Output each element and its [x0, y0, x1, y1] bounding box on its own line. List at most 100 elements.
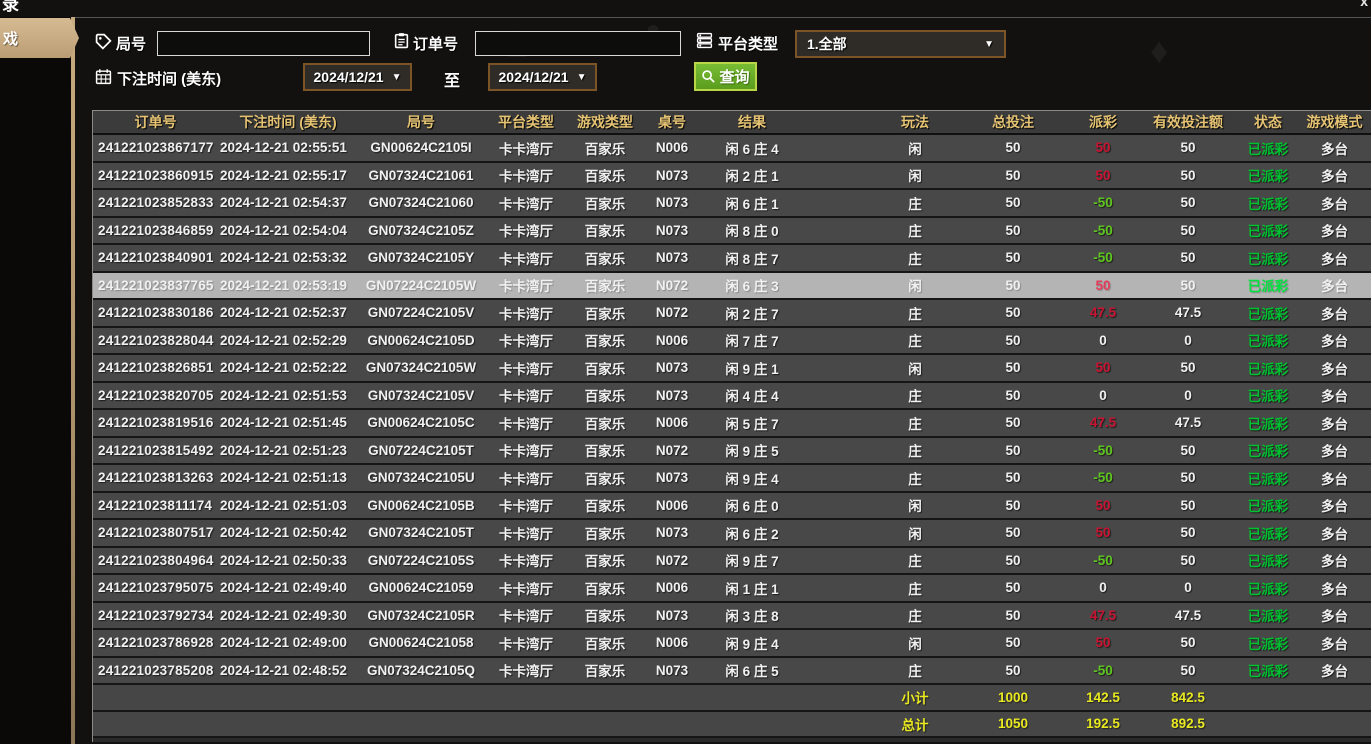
table-row[interactable]: 2412210238468592024-12-21 02:54:04GN0732… [93, 218, 1371, 246]
table-row[interactable]: 2412210238268512024-12-21 02:52:22GN0732… [93, 355, 1371, 383]
cell-game-type: 百家乐 [568, 550, 642, 570]
cell-valid-bet: 50 [1138, 168, 1238, 183]
cell-payout: 50 [1068, 360, 1138, 375]
table-row[interactable]: 2412210237869282024-12-21 02:49:00GN0062… [93, 630, 1371, 658]
col-header-table-no: 桌号 [642, 112, 702, 132]
cell-status: 已派彩 [1238, 633, 1298, 653]
cell-order-no: 241221023811174 [93, 498, 218, 513]
sidebar-item-label: 戏 [3, 28, 18, 49]
cell-order-no: 241221023804964 [93, 553, 218, 568]
cell-platform: 卡卡湾厅 [484, 165, 568, 185]
sidebar-item-live-game[interactable]: 戏 [0, 18, 79, 58]
cell-game-type: 百家乐 [568, 413, 642, 433]
cell-total-bet: 50 [958, 333, 1068, 348]
platform-type-select[interactable]: 1.全部 ▼ [795, 30, 1006, 58]
col-header-game-type: 游戏类型 [568, 112, 642, 132]
cell-mode: 多台 [1298, 193, 1371, 213]
cell-game-no: GN07324C21060 [358, 195, 484, 210]
table-row[interactable]: 2412210238111742024-12-21 02:51:03GN0062… [93, 493, 1371, 521]
cell-order-no: 241221023795075 [93, 580, 218, 595]
cell-result: 闲 9 庄 5 [702, 440, 802, 460]
cell-result: 闲 9 庄 4 [702, 633, 802, 653]
cell-platform: 卡卡湾厅 [484, 495, 568, 515]
cell-result: 闲 9 庄 4 [702, 468, 802, 488]
chevron-down-icon: ▼ [984, 39, 994, 50]
table-row[interactable]: 2412210238671772024-12-21 02:55:51GN0062… [93, 135, 1371, 163]
close-icon[interactable]: x [1360, 0, 1368, 9]
table-row[interactable]: 2412210238280442024-12-21 02:52:29GN0062… [93, 328, 1371, 356]
cell-status: 已派彩 [1238, 303, 1298, 323]
betting-records-page: { "window": { "title_fragment": "录", "cl… [0, 0, 1371, 744]
game-no-input[interactable] [157, 31, 370, 56]
table-row[interactable]: 2412210238154922024-12-21 02:51:23GN0722… [93, 438, 1371, 466]
col-header-valid-bet: 有效投注额 [1138, 112, 1238, 132]
cell-payout: 50 [1068, 278, 1138, 293]
cell-bet-time: 2024-12-21 02:51:13 [218, 470, 358, 485]
cell-total-bet: 50 [958, 360, 1068, 375]
cell-order-no: 241221023826851 [93, 360, 218, 375]
cell-platform: 卡卡湾厅 [484, 413, 568, 433]
table-row[interactable]: 2412210238195162024-12-21 02:51:45GN0062… [93, 410, 1371, 438]
cell-game-no: GN07324C2105R [358, 608, 484, 623]
order-no-label: 订单号 [413, 33, 458, 54]
order-no-input[interactable] [475, 31, 681, 56]
cell-platform: 卡卡湾厅 [484, 138, 568, 158]
table-row[interactable]: 2412210238049642024-12-21 02:50:33GN0722… [93, 548, 1371, 576]
platform-type-value: 1.全部 [807, 34, 847, 54]
cell-payout: 0 [1068, 580, 1138, 595]
table-header-row: 订单号 下注时间 (美东) 局号 平台类型 游戏类型 桌号 结果 玩法 总投注 … [93, 111, 1371, 135]
cell-game-no: GN07324C2105V [358, 388, 484, 403]
cell-game-no: GN07324C2105Y [358, 250, 484, 265]
cell-mode: 多台 [1298, 138, 1371, 158]
cell-platform: 卡卡湾厅 [484, 605, 568, 625]
table-row[interactable]: 2412210237950752024-12-21 02:49:40GN0062… [93, 575, 1371, 603]
cell-game-no: GN00624C2105C [358, 415, 484, 430]
cell-platform: 卡卡湾厅 [484, 220, 568, 240]
cell-result: 闲 6 庄 2 [702, 523, 802, 543]
cell-total-bet: 50 [958, 195, 1068, 210]
table-row[interactable]: 2412210238409012024-12-21 02:53:32GN0732… [93, 245, 1371, 273]
cell-result: 闲 5 庄 7 [702, 413, 802, 433]
cell-order-no: 241221023828044 [93, 333, 218, 348]
cell-platform: 卡卡湾厅 [484, 633, 568, 653]
cell-status: 已派彩 [1238, 550, 1298, 570]
cell-total-bet: 50 [958, 415, 1068, 430]
cell-valid-bet: 50 [1138, 360, 1238, 375]
cell-bet-time: 2024-12-21 02:51:53 [218, 388, 358, 403]
col-header-payout: 派彩 [1068, 112, 1138, 132]
table-row[interactable]: 2412210238528332024-12-21 02:54:37GN0732… [93, 190, 1371, 218]
cell-result: 闲 9 庄 7 [702, 550, 802, 570]
cell-payout: -50 [1068, 553, 1138, 568]
cell-valid-bet: 50 [1138, 195, 1238, 210]
date-to-select[interactable]: 2024/12/21 ▼ [488, 63, 597, 91]
cell-order-no: 241221023867177 [93, 140, 218, 155]
table-row[interactable]: 2412210238609152024-12-21 02:55:17GN0732… [93, 163, 1371, 191]
search-button[interactable]: 查询 [694, 62, 757, 91]
table-row[interactable]: 2412210238377652024-12-21 02:53:19GN0722… [93, 273, 1371, 301]
col-header-platform: 平台类型 [484, 112, 568, 132]
cell-payout: -50 [1068, 470, 1138, 485]
calendar-icon [95, 68, 112, 85]
date-from-select[interactable]: 2024/12/21 ▼ [303, 63, 412, 91]
cell-valid-bet: 47.5 [1138, 305, 1238, 320]
table-row[interactable]: 2412210238207052024-12-21 02:51:53GN0732… [93, 383, 1371, 411]
cell-valid-bet: 50 [1138, 223, 1238, 238]
cell-mode: 多台 [1298, 605, 1371, 625]
cell-game-type: 百家乐 [568, 523, 642, 543]
cell-game-no: GN07324C2105Q [358, 663, 484, 678]
table-row[interactable]: 2412210238075172024-12-21 02:50:42GN0732… [93, 520, 1371, 548]
cell-mode: 多台 [1298, 660, 1371, 680]
table-row[interactable]: 2412210237852082024-12-21 02:48:52GN0732… [93, 658, 1371, 686]
cell-play: 闲 [872, 633, 958, 653]
cell-total-bet: 50 [958, 305, 1068, 320]
cell-mode: 多台 [1298, 495, 1371, 515]
table-row[interactable]: 2412210237927342024-12-21 02:49:30GN0732… [93, 603, 1371, 631]
cell-total-bet: 50 [958, 608, 1068, 623]
cell-table-no: N006 [642, 333, 702, 348]
cell-payout: -50 [1068, 195, 1138, 210]
table-row[interactable]: 2412210238301862024-12-21 02:52:37GN0722… [93, 300, 1371, 328]
cell-status: 已派彩 [1238, 660, 1298, 680]
subtotal-valid-bet: 842.5 [1138, 690, 1238, 705]
table-row[interactable]: 2412210238132632024-12-21 02:51:13GN0732… [93, 465, 1371, 493]
cell-table-no: N073 [642, 663, 702, 678]
